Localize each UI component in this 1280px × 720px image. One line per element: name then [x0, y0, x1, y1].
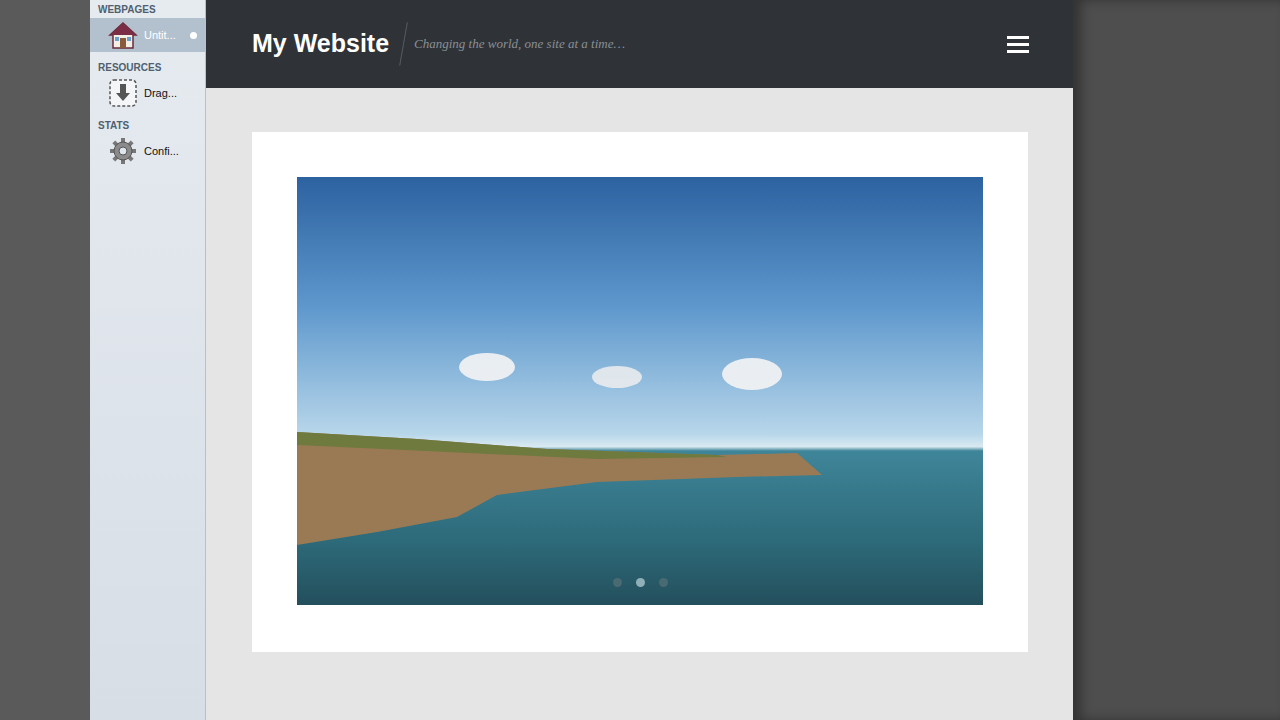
screen: WEBPAGESUntit...RESOURCESDrag...STATSCon… — [0, 0, 1280, 720]
sidebar: WEBPAGESUntit...RESOURCESDrag...STATSCon… — [90, 0, 206, 720]
slideshow-image — [297, 177, 983, 605]
preview: My Website Changing the world, one site a… — [206, 0, 1073, 720]
site-header: My Website Changing the world, one site a… — [206, 0, 1073, 88]
desktop-right — [1073, 0, 1280, 720]
slide-dot[interactable] — [636, 578, 645, 587]
sidebar-section: STATSConfi... — [90, 116, 205, 174]
section-label: STATS — [90, 116, 205, 134]
sidebar-item[interactable]: Confi... — [90, 134, 205, 168]
house-icon — [108, 20, 138, 50]
sidebar-section: RESOURCESDrag... — [90, 58, 205, 116]
modified-dot — [190, 32, 197, 39]
sidebar-item[interactable]: Untit... — [90, 18, 205, 52]
section-label: WEBPAGES — [90, 0, 205, 18]
gear-icon — [108, 136, 138, 166]
sidebar-section: WEBPAGESUntit... — [90, 0, 205, 58]
title-divider — [399, 22, 408, 66]
slide-dot[interactable] — [659, 578, 668, 587]
download-icon — [108, 78, 138, 108]
page-body — [206, 88, 1073, 720]
content-card — [252, 132, 1028, 652]
section-label: RESOURCES — [90, 58, 205, 76]
site-tagline: Changing the world, one site at a time… — [414, 34, 625, 54]
slide-dot[interactable] — [613, 578, 622, 587]
sidebar-item[interactable]: Drag... — [90, 76, 205, 110]
desktop-left — [0, 0, 90, 720]
site-title: My Website — [252, 25, 389, 63]
cliffs-drawing — [297, 177, 983, 605]
slide-dots — [297, 578, 983, 587]
menu-icon[interactable] — [1007, 36, 1029, 53]
